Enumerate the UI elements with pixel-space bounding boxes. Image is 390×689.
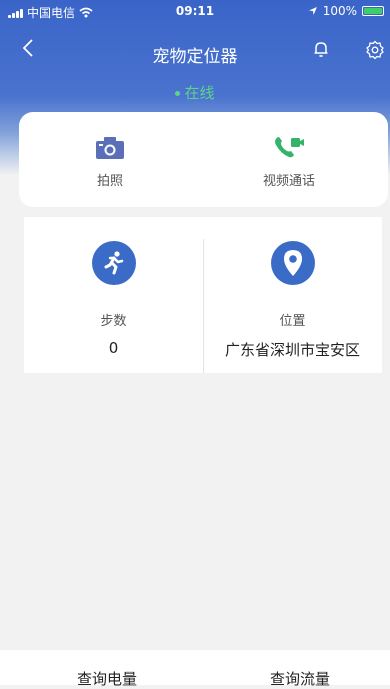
camera-icon [96, 137, 124, 159]
video-call-label: 视频通话 [262, 174, 315, 189]
action-card: 拍照 视频通话 [19, 112, 388, 207]
nav-bar: 宠物定位器 [0, 36, 390, 70]
video-call-button[interactable]: 视频通话 [229, 136, 349, 189]
settings-button[interactable] [365, 40, 385, 64]
battery-icon [362, 6, 384, 16]
location-icon-circle [271, 241, 315, 285]
location-value: 广东省深圳市宝安区 [224, 341, 360, 359]
photo-button[interactable]: 拍照 [50, 136, 170, 189]
battery-percent: 100% [322, 4, 357, 18]
location-cell[interactable]: 位置 广东省深圳市宝安区 [203, 217, 382, 373]
device-status: 在线 [0, 82, 390, 103]
photo-label: 拍照 [96, 174, 123, 189]
battery-fill [364, 8, 382, 14]
query-battery-button[interactable]: 查询电量 [77, 668, 137, 689]
video-call-icon [275, 137, 304, 158]
bell-icon [314, 42, 328, 57]
page-title: 宠物定位器 [152, 47, 238, 67]
location-pin-icon [284, 250, 302, 276]
steps-label: 步数 [100, 314, 127, 329]
steps-cell[interactable]: 步数 0 [24, 217, 203, 373]
status-dot-icon [175, 91, 181, 96]
notification-button[interactable] [312, 40, 330, 62]
bottom-bar: 查询电量 查询流量 [0, 650, 390, 688]
gear-icon [366, 40, 384, 60]
status-right: 100% [308, 4, 384, 18]
status-bar: 中国电信 09:11 100% [0, 0, 390, 22]
steps-value: 0 [108, 339, 119, 357]
info-card: 步数 0 位置 广东省深圳市宝安区 [24, 217, 382, 373]
running-person-icon [104, 251, 124, 275]
location-label: 位置 [279, 314, 306, 329]
query-data-button[interactable]: 查询流量 [270, 668, 330, 689]
steps-icon-circle [92, 241, 136, 285]
location-arrow-icon [308, 7, 317, 15]
status-text: 在线 [184, 84, 215, 102]
